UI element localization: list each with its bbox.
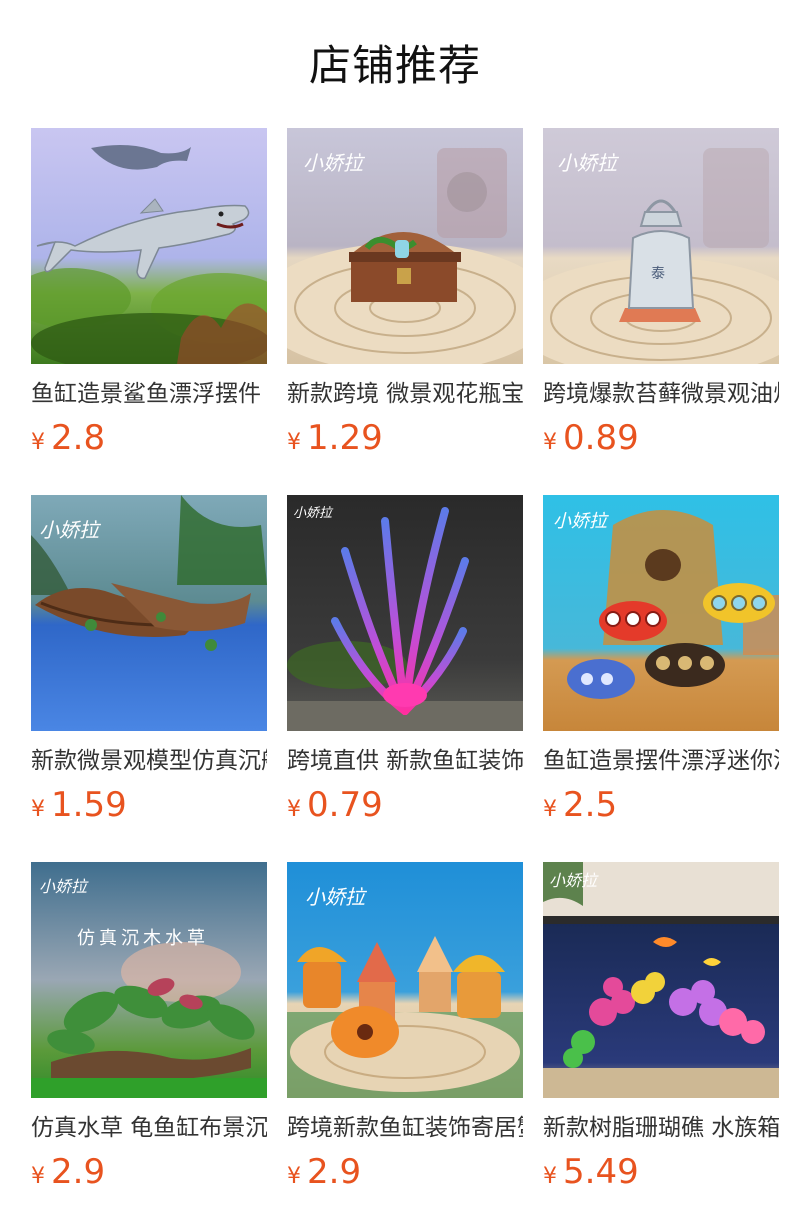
product-name[interactable]: 新款树脂珊瑚礁 水族箱装饰 xyxy=(543,1112,779,1144)
currency-symbol: ¥ xyxy=(287,797,301,822)
product-price: ¥1.29 xyxy=(287,418,523,458)
product-price: ¥0.89 xyxy=(543,418,779,458)
product-name[interactable]: 鱼缸造景鲨鱼漂浮摆件 xyxy=(31,378,267,410)
product-card[interactable]: 小娇拉 跨境直供 新款鱼缸装饰水草 ¥0.79 xyxy=(287,495,523,862)
product-name[interactable]: 新款微景观模型仿真沉船 xyxy=(31,745,267,777)
product-card[interactable]: 小娇拉 新款跨境 微景观花瓶宝箱 ¥1.29 xyxy=(287,128,523,495)
currency-symbol: ¥ xyxy=(31,1164,45,1189)
product-grid: 鱼缸造景鲨鱼漂浮摆件 ¥2.8 小娇拉 新款跨境 微景观花瓶宝箱 ¥ 1.29 … xyxy=(31,128,790,1229)
price-amount: 2.8 xyxy=(51,418,106,458)
product-card[interactable]: 小娇拉 跨境新款鱼缸装饰寄居蟹屋 ¥2.9 xyxy=(287,862,523,1229)
product-card[interactable]: 泰 小娇拉 跨境爆款苔藓微景观油灯 ¥0.89 xyxy=(543,128,779,495)
product-card[interactable]: 小娇拉 仿真沉木水草 仿真水草 龟鱼缸布景沉木 ¥2.9 xyxy=(31,862,267,1229)
product-price: ¥2.8 xyxy=(31,418,267,458)
product-name[interactable]: 仿真水草 龟鱼缸布景沉木 xyxy=(31,1112,267,1144)
price-amount: 1.29 xyxy=(307,418,383,458)
product-price: ¥2.9 xyxy=(287,1152,523,1192)
product-card[interactable]: 小娇拉 新款微景观模型仿真沉船 ¥1.59 xyxy=(31,495,267,862)
product-card[interactable]: 鱼缸造景鲨鱼漂浮摆件 ¥2.8 xyxy=(31,128,267,495)
price-amount: 0.89 xyxy=(563,418,639,458)
currency-symbol: ¥ xyxy=(287,430,301,455)
brand-watermark: 小娇拉 xyxy=(305,885,368,909)
treasure-chest-image[interactable]: 小娇拉 xyxy=(287,128,523,364)
currency-symbol: ¥ xyxy=(543,1164,557,1189)
lantern-image[interactable]: 泰 小娇拉 xyxy=(543,128,779,364)
brand-watermark: 小娇拉 xyxy=(303,151,366,175)
brand-watermark: 小娇拉 xyxy=(39,518,102,542)
product-card[interactable]: 小娇拉 新款树脂珊瑚礁 水族箱装饰 ¥5.49 xyxy=(543,862,779,1229)
price-amount: 5.49 xyxy=(563,1152,639,1192)
brand-watermark: 小娇拉 xyxy=(549,871,599,890)
price-amount: 2.5 xyxy=(563,785,618,825)
price-amount: 2.9 xyxy=(51,1152,106,1192)
product-name[interactable]: 跨境直供 新款鱼缸装饰水草 xyxy=(287,745,523,777)
brand-watermark: 小娇拉 xyxy=(293,505,334,521)
product-name[interactable]: 跨境爆款苔藓微景观油灯 xyxy=(543,378,779,410)
brand-watermark: 小娇拉 xyxy=(553,511,609,532)
currency-symbol: ¥ xyxy=(31,797,45,822)
price-amount: 2.9 xyxy=(307,1152,362,1192)
coral-reef-image[interactable]: 小娇拉 xyxy=(543,862,779,1098)
product-name[interactable]: 跨境新款鱼缸装饰寄居蟹屋 xyxy=(287,1112,523,1144)
currency-symbol: ¥ xyxy=(31,430,45,455)
page-title: 店铺推荐 xyxy=(308,41,481,90)
shipwreck-image[interactable]: 小娇拉 xyxy=(31,495,267,731)
store-recommendation-page: 店铺推荐 鱼缸造景鲨鱼漂浮摆件 ¥ 2.8 小娇拉 新款跨境 微景观花瓶宝箱 ¥… xyxy=(0,0,790,1230)
mushroom-houses-image[interactable]: 小娇拉 xyxy=(287,862,523,1098)
price-amount: 0.79 xyxy=(307,785,383,825)
image-overlay-text: 仿真沉木水草 xyxy=(77,928,209,949)
currency-symbol: ¥ xyxy=(287,1164,301,1189)
product-price: ¥5.49 xyxy=(543,1152,779,1192)
svg-text:泰: 泰 xyxy=(651,266,665,282)
brand-watermark: 小娇拉 xyxy=(39,877,89,896)
product-name[interactable]: 新款跨境 微景观花瓶宝箱 xyxy=(287,378,523,410)
product-price: ¥2.9 xyxy=(31,1152,267,1192)
price-amount: 1.59 xyxy=(51,785,127,825)
currency-symbol: ¥ xyxy=(543,430,557,455)
seaweed-plant-image[interactable]: 小娇拉 xyxy=(287,495,523,731)
product-price: ¥1.59 xyxy=(31,785,267,825)
brand-watermark: 小娇拉 xyxy=(557,151,620,175)
product-name[interactable]: 鱼缸造景摆件漂浮迷你潜艇 xyxy=(543,745,779,777)
product-price: ¥2.5 xyxy=(543,785,779,825)
driftwood-plant-image[interactable]: 小娇拉 仿真沉木水草 xyxy=(31,862,267,1098)
submarine-image[interactable]: 小娇拉 xyxy=(543,495,779,731)
product-price: ¥0.79 xyxy=(287,785,523,825)
product-card[interactable]: 小娇拉 鱼缸造景摆件漂浮迷你潜艇 ¥2.5 xyxy=(543,495,779,862)
shark-figurine-image[interactable] xyxy=(31,128,267,364)
currency-symbol: ¥ xyxy=(543,797,557,822)
